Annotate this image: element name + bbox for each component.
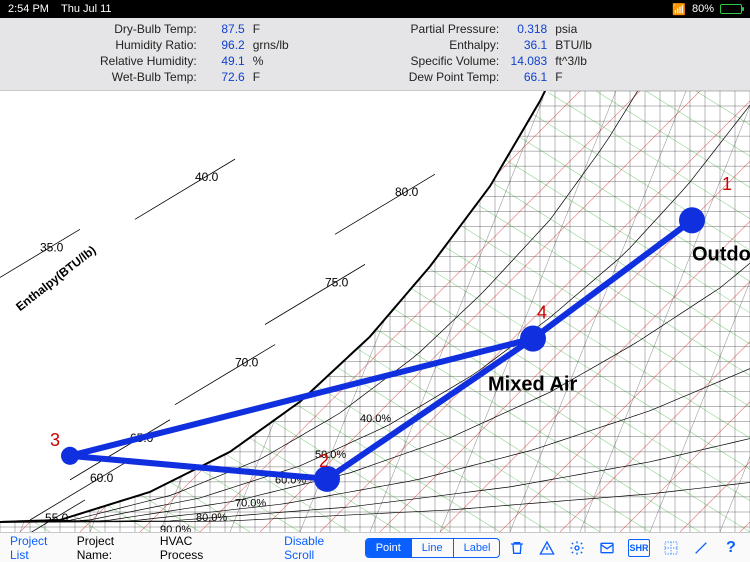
svg-text:Mixed Air: Mixed Air bbox=[488, 374, 577, 396]
info-unit: F bbox=[253, 22, 289, 36]
svg-text:80.0: 80.0 bbox=[395, 185, 419, 199]
svg-text:75.0: 75.0 bbox=[325, 275, 349, 289]
svg-text:Outdoor: Outdoor bbox=[692, 243, 750, 265]
svg-text:1: 1 bbox=[722, 174, 732, 194]
shr-button[interactable]: SHR bbox=[628, 539, 650, 557]
status-time: 2:54 PM bbox=[8, 3, 49, 15]
grid-icon[interactable] bbox=[662, 539, 680, 557]
svg-text:4: 4 bbox=[537, 302, 547, 322]
line-tool-icon[interactable] bbox=[692, 539, 710, 557]
segment-point[interactable]: Point bbox=[366, 539, 411, 557]
chart-canvas[interactable]: 35.040.055.060.065.070.075.080.0Enthalpy… bbox=[0, 91, 750, 532]
svg-text:90.0%: 90.0% bbox=[160, 524, 191, 532]
svg-text:35.0: 35.0 bbox=[40, 240, 64, 254]
project-name: HVAC Process bbox=[160, 534, 238, 562]
info-col-right: Partial Pressure: 0.318 psia Enthalpy: 3… bbox=[409, 22, 592, 84]
svg-text:80.0%: 80.0% bbox=[196, 512, 227, 524]
svg-text:70.0%: 70.0% bbox=[235, 497, 266, 509]
wifi-icon: 📶 bbox=[672, 3, 686, 16]
battery-percent: 80% bbox=[692, 3, 714, 15]
svg-text:40.0: 40.0 bbox=[195, 170, 219, 184]
project-list-button[interactable]: Project List bbox=[10, 534, 69, 562]
psychrometric-chart[interactable]: 35.040.055.060.065.070.075.080.0Enthalpy… bbox=[0, 91, 750, 532]
info-panel: Dry-Bulb Temp: 87.5 F Humidity Ratio: 96… bbox=[0, 18, 750, 91]
disable-scroll-button[interactable]: Disable Scroll bbox=[284, 534, 357, 562]
segment-line[interactable]: Line bbox=[411, 539, 453, 557]
info-value: 87.5 bbox=[205, 22, 245, 36]
svg-text:2: 2 bbox=[319, 451, 329, 471]
trash-icon[interactable] bbox=[508, 539, 526, 557]
help-icon[interactable]: ? bbox=[722, 539, 740, 557]
status-bar: 2:54 PM Thu Jul 11 📶 80% bbox=[0, 0, 750, 18]
mail-icon[interactable] bbox=[598, 539, 616, 557]
svg-text:40.0%: 40.0% bbox=[360, 413, 391, 425]
warning-icon[interactable] bbox=[538, 539, 556, 557]
mode-segmented-control[interactable]: Point Line Label bbox=[365, 538, 500, 558]
gear-icon[interactable] bbox=[568, 539, 586, 557]
battery-icon bbox=[720, 4, 742, 14]
info-label: Dry-Bulb Temp: bbox=[100, 22, 197, 36]
svg-text:55.0: 55.0 bbox=[45, 511, 69, 525]
svg-text:3: 3 bbox=[50, 430, 60, 450]
svg-text:60.0: 60.0 bbox=[90, 471, 114, 485]
segment-label[interactable]: Label bbox=[453, 539, 500, 557]
info-col-left: Dry-Bulb Temp: 87.5 F Humidity Ratio: 96… bbox=[100, 22, 289, 84]
toolbar: Project List Project Name: HVAC Process … bbox=[0, 532, 750, 562]
svg-text:70.0: 70.0 bbox=[235, 356, 259, 370]
project-name-label: Project Name: bbox=[77, 534, 152, 562]
status-date: Thu Jul 11 bbox=[61, 3, 112, 15]
